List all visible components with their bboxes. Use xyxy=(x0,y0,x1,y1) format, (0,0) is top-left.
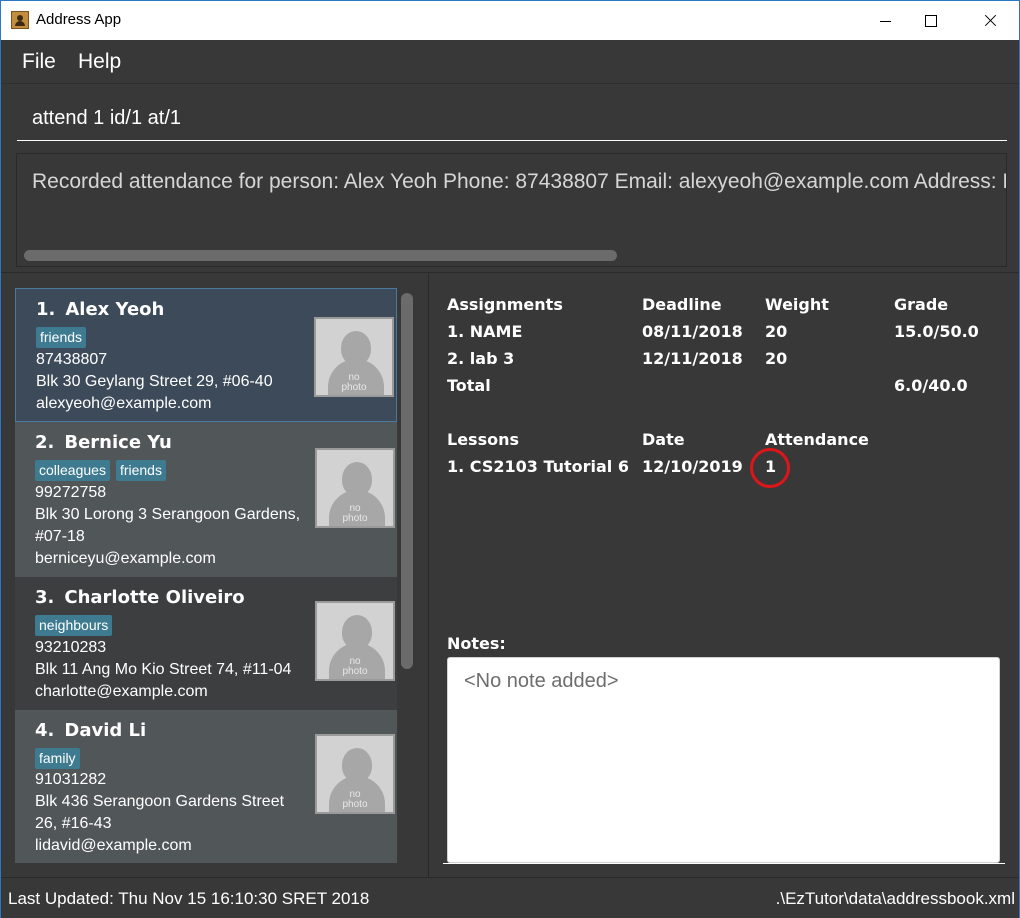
person-card-david-li[interactable]: 4. David Li family 91031282 Blk 436 Seran… xyxy=(15,710,397,863)
menu-file[interactable]: File xyxy=(22,50,56,74)
assignment-deadline: 12/11/2018 xyxy=(642,349,743,368)
lesson-date: 12/10/2019 xyxy=(642,457,743,476)
no-photo-avatar: no photo xyxy=(315,734,395,814)
tag-friends: friends xyxy=(36,327,87,348)
tag-list: family xyxy=(35,748,80,769)
no-photo-avatar: no photo xyxy=(315,448,395,528)
person-address: Blk 436 Serangoon Gardens Street xyxy=(35,793,285,810)
person-address: Blk 30 Lorong 3 Serangoon Gardens, xyxy=(35,506,301,523)
tag-list: colleagues friends xyxy=(35,460,166,481)
person-card-alex-yeoh[interactable]: 1. Alex Yeoh friends 87438807 Blk 30 Geyl… xyxy=(15,288,397,422)
result-horizontal-scrollbar[interactable] xyxy=(24,250,617,261)
command-box xyxy=(1,85,1019,147)
window-title: Address App xyxy=(36,11,122,28)
total-label: Total xyxy=(447,376,491,395)
status-bar: Last Updated: Thu Nov 15 16:10:30 SRET 2… xyxy=(1,877,1019,918)
person-phone: 99272758 xyxy=(35,484,107,501)
person-name: 3. Charlotte Oliveiro xyxy=(35,587,245,608)
person-email: charlotte@example.com xyxy=(35,683,208,700)
attendance-highlight-circle xyxy=(750,448,790,488)
person-phone: 91031282 xyxy=(35,771,107,788)
tag-neighbours: neighbours xyxy=(35,615,113,636)
notes-placeholder: <No note added> xyxy=(464,670,619,692)
person-list-panel: 1. Alex Yeoh friends 87438807 Blk 30 Geyl… xyxy=(1,273,428,877)
person-address: Blk 11 Ang Mo Kio Street 74, #11-04 xyxy=(35,661,292,678)
deadline-header: Deadline xyxy=(642,295,722,314)
person-card-charlotte-oliveiro[interactable]: 3. Charlotte Oliveiro neighbours 93210283… xyxy=(15,577,397,710)
person-address-cont: 26, #16-43 xyxy=(35,815,112,832)
person-address: Blk 30 Geylang Street 29, #06-40 xyxy=(36,373,273,390)
tag-colleagues: colleagues xyxy=(35,460,110,481)
person-name: 1. Alex Yeoh xyxy=(36,299,165,320)
close-button[interactable] xyxy=(967,1,1013,40)
person-card-bernice-yu[interactable]: 2. Bernice Yu colleagues friends 99272758… xyxy=(15,422,397,577)
maximize-button[interactable] xyxy=(908,1,954,40)
save-location-status: .\EzTutor\data\addressbook.xml xyxy=(775,889,1015,908)
grade-header: Grade xyxy=(894,295,949,314)
no-photo-avatar: no photo xyxy=(314,317,394,397)
notes-underline xyxy=(443,863,1005,864)
person-email: alexyeoh@example.com xyxy=(36,395,212,412)
person-name: 4. David Li xyxy=(35,720,147,741)
menu-bar: File Help xyxy=(1,40,1019,84)
assignment-name: 1. NAME xyxy=(447,322,523,341)
no-photo-avatar: no photo xyxy=(315,601,395,681)
assignment-name: 2. lab 3 xyxy=(447,349,515,368)
command-input[interactable] xyxy=(17,97,1007,141)
tag-list: friends xyxy=(36,327,87,348)
person-detail-panel: Assignments Deadline Weight Grade 1. NAM… xyxy=(429,273,1019,877)
attendance-header: Attendance xyxy=(765,430,869,449)
menu-help[interactable]: Help xyxy=(78,50,121,74)
person-list: 1. Alex Yeoh friends 87438807 Blk 30 Geyl… xyxy=(15,288,397,863)
assignment-deadline: 08/11/2018 xyxy=(642,322,743,341)
person-address-cont: #07-18 xyxy=(35,528,85,545)
total-grade: 6.0/40.0 xyxy=(894,376,968,395)
last-updated-status: Last Updated: Thu Nov 15 16:10:30 SRET 2… xyxy=(8,889,370,908)
assignment-grade: 15.0/50.0 xyxy=(894,322,979,341)
address-book-icon xyxy=(11,11,29,29)
title-bar[interactable]: Address App xyxy=(1,1,1019,40)
person-phone: 93210283 xyxy=(35,639,107,656)
lessons-header: Lessons xyxy=(447,430,519,449)
person-name: 2. Bernice Yu xyxy=(35,432,172,453)
minimize-button[interactable] xyxy=(863,1,909,40)
assignments-header: Assignments xyxy=(447,295,563,314)
person-email: lidavid@example.com xyxy=(35,837,192,854)
notes-textarea[interactable]: <No note added> xyxy=(447,657,1000,863)
result-display: Recorded attendance for person: Alex Yeo… xyxy=(16,153,1007,267)
assignment-weight: 20 xyxy=(765,322,788,341)
lesson-name: 1. CS2103 Tutorial 6 xyxy=(447,457,629,476)
tag-list: neighbours xyxy=(35,615,113,636)
assignment-weight: 20 xyxy=(765,349,788,368)
person-list-vertical-scrollbar[interactable] xyxy=(401,293,413,669)
weight-header: Weight xyxy=(765,295,829,314)
tag-family: family xyxy=(35,748,80,769)
person-email: berniceyu@example.com xyxy=(35,550,216,567)
result-text: Recorded attendance for person: Alex Yeo… xyxy=(32,170,1006,193)
app-window: Address App File Help Recorded attendanc… xyxy=(0,0,1020,918)
tag-friends: friends xyxy=(115,460,166,481)
person-phone: 87438807 xyxy=(36,351,108,368)
notes-label: Notes: xyxy=(447,634,506,653)
date-header: Date xyxy=(642,430,685,449)
